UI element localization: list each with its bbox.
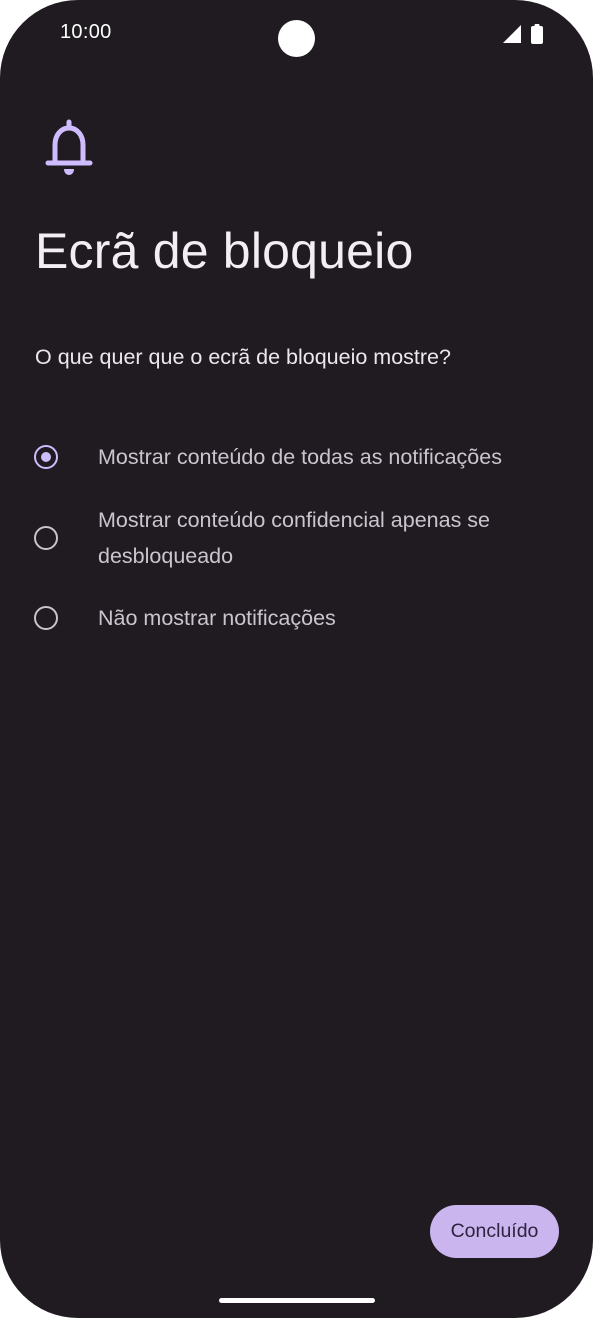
radio-button[interactable] [34, 526, 58, 550]
navigation-handle[interactable] [219, 1298, 375, 1303]
bell-icon [45, 119, 93, 175]
phone-screen: 10:00 Ecrã de bloqueio O que quer que o … [0, 0, 593, 1318]
option-hide-notifications[interactable]: Não mostrar notificações [0, 599, 593, 637]
option-label: Mostrar conteúdo confidencial apenas se … [98, 508, 491, 568]
option-show-all-notifications[interactable]: Mostrar conteúdo de todas as notificaçõe… [0, 438, 593, 476]
page-title: Ecrã de bloqueio [35, 223, 414, 279]
option-label: Mostrar conteúdo de todas as notificaçõe… [98, 445, 502, 469]
status-time: 10:00 [60, 21, 112, 43]
status-bar: 10:00 [0, 0, 593, 68]
radio-button[interactable] [34, 606, 58, 630]
camera-cutout [278, 20, 315, 57]
lock-screen-question: O que quer que o ecrã de bloqueio mostre… [35, 345, 451, 369]
option-label: Não mostrar notificações [98, 606, 336, 630]
option-show-sensitive-when-unlocked[interactable]: Mostrar conteúdo confidencial apenas se … [0, 500, 593, 576]
signal-icon [503, 25, 521, 43]
done-button[interactable]: Concluído [430, 1205, 559, 1258]
battery-icon [531, 24, 543, 44]
radio-button-selected[interactable] [34, 445, 58, 469]
